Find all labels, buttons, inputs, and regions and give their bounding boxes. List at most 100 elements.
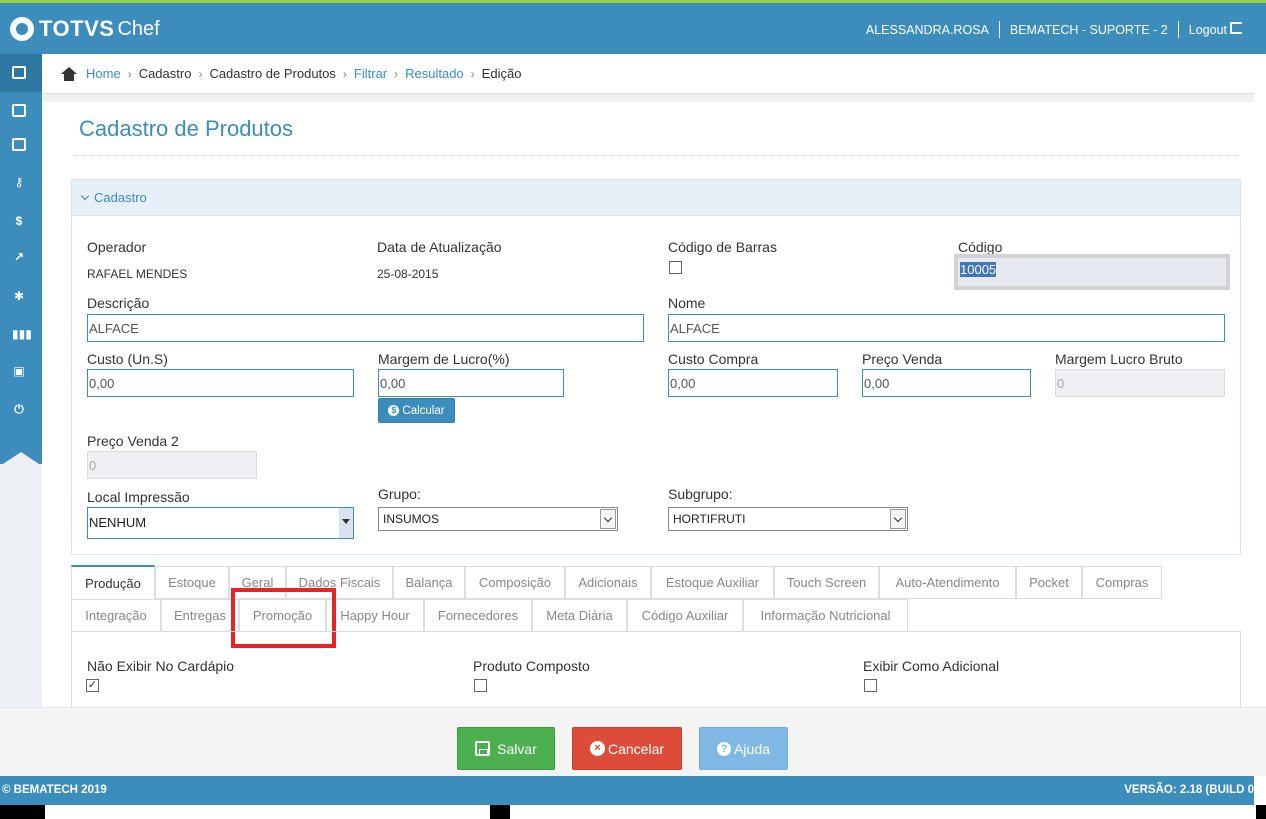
barcode-icon[interactable]: ▮▮▮: [12, 328, 32, 341]
footer: © BEMATECH 2019 VERSÃO: 2.18 (BUILD 0: [0, 776, 1254, 805]
breadcrumb-separator: ›: [198, 66, 203, 81]
help-label: Ajuda: [734, 740, 770, 757]
cancel-button[interactable]: × Cancelar: [572, 727, 682, 770]
produto-composto-label: Produto Composto: [473, 658, 590, 674]
breadcrumb: Home › Cadastro › Cadastro de Produtos ›…: [42, 54, 1254, 94]
divider: [998, 21, 1000, 38]
tab-codigo-auxiliar[interactable]: Código Auxiliar: [627, 599, 743, 632]
dollar-icon: $: [388, 405, 400, 416]
id-card-icon[interactable]: [12, 66, 26, 79]
sidebar: ⚷ $ ↗ ✱ ▮▮▮ ▣ ⏻: [0, 54, 42, 707]
grupo-value: INSUMOS: [383, 512, 440, 526]
tab-pocket[interactable]: Pocket: [1016, 566, 1082, 599]
local-impressao-select[interactable]: NENHUM: [87, 507, 354, 539]
logout-link[interactable]: Logout: [1189, 22, 1242, 37]
dollar-icon[interactable]: $: [12, 215, 26, 228]
custo-compra-label: Custo Compra: [668, 351, 759, 367]
tab-estoque-auxiliar[interactable]: Estoque Auxiliar: [651, 566, 774, 599]
nao-exibir-checkbox[interactable]: ✓: [86, 679, 99, 692]
home-icon[interactable]: [60, 66, 78, 81]
grupo-select[interactable]: INSUMOS: [378, 507, 618, 531]
breadcrumb-separator: ›: [127, 66, 132, 81]
nome-input[interactable]: ALFACE: [668, 314, 1225, 342]
subgrupo-label: Subgrupo:: [668, 486, 733, 502]
tab-adicionais[interactable]: Adicionais: [565, 566, 651, 599]
margem-label: Margem de Lucro(%): [378, 351, 510, 367]
custo-compra-input[interactable]: 0,00: [668, 369, 838, 397]
breadcrumb-edicao: Edição: [481, 66, 522, 81]
chevron-down-icon: [890, 509, 906, 529]
save-button[interactable]: Salvar: [457, 727, 555, 770]
sidebar-collapse-arrow[interactable]: [0, 452, 42, 466]
preco-venda-input[interactable]: 0,00: [862, 369, 1031, 397]
breadcrumb-filtrar[interactable]: Filtrar: [354, 66, 387, 81]
calcular-button[interactable]: $ Calcular: [378, 398, 455, 423]
tab-informacao-nutricional[interactable]: Informação Nutricional: [743, 599, 908, 632]
power-icon[interactable]: ⏻: [12, 403, 26, 416]
chevron-down-icon: [600, 509, 616, 529]
descricao-input[interactable]: ALFACE: [87, 314, 644, 342]
gear-icon[interactable]: ✱: [12, 290, 26, 303]
chart-icon[interactable]: ↗: [12, 251, 26, 264]
tab-fornecedores[interactable]: Fornecedores: [424, 599, 532, 632]
cadastro-panel: Cadastro: [71, 179, 1241, 555]
operador-label: Operador: [87, 239, 147, 255]
subgrupo-select[interactable]: HORTIFRUTI: [668, 507, 908, 531]
company-name[interactable]: BEMATECH - SUPORTE - 2: [1010, 23, 1168, 37]
tab-integracao[interactable]: Integração: [71, 599, 161, 632]
data-atualizacao-value: 25-08-2015: [377, 267, 439, 281]
exibir-adicional-label: Exibir Como Adicional: [863, 658, 1000, 674]
codigo-value: 10005: [960, 262, 997, 277]
custo-label: Custo (Un.S): [87, 351, 168, 367]
tab-happy-hour[interactable]: Happy Hour: [326, 599, 424, 632]
custo-input[interactable]: 0,00: [87, 369, 354, 397]
tab-composicao[interactable]: Composição: [465, 566, 565, 599]
key-icon[interactable]: ⚷: [12, 176, 26, 189]
floppy-disk-icon: [475, 741, 491, 756]
codigo-barras-checkbox[interactable]: [669, 261, 682, 274]
taskbar-segment: [45, 805, 490, 819]
tab-producao[interactable]: Produção: [71, 565, 155, 599]
print-icon[interactable]: ▣: [12, 365, 26, 378]
tab-balanca[interactable]: Balança: [393, 566, 465, 599]
id-card-icon[interactable]: [12, 138, 26, 151]
grupo-label: Grupo:: [378, 486, 421, 502]
divider: [1177, 21, 1179, 38]
operador-value: RAFAEL MENDES: [87, 267, 188, 281]
user-bar: ALESSANDRA.ROSA BEMATECH - SUPORTE - 2 L…: [866, 21, 1242, 38]
user-name[interactable]: ALESSANDRA.ROSA: [866, 23, 989, 37]
tab-entregas[interactable]: Entregas: [161, 599, 239, 632]
margem-bruto-label: Margem Lucro Bruto: [1055, 351, 1183, 367]
top-header: TOTVS Chef ALESSANDRA.ROSA BEMATECH - SU…: [0, 0, 1266, 54]
totvs-chef-logo[interactable]: TOTVS Chef: [10, 16, 160, 42]
descricao-label: Descrição: [87, 295, 150, 311]
local-impressao-value: NENHUM: [89, 515, 147, 530]
id-card-icon[interactable]: [12, 104, 26, 117]
breadcrumb-cadastro: Cadastro: [138, 66, 192, 81]
tab-auto-atendimento[interactable]: Auto-Atendimento: [879, 566, 1016, 599]
margem-bruto-input: 0: [1055, 369, 1225, 397]
breadcrumb-resultado[interactable]: Resultado: [405, 66, 464, 81]
codigo-input[interactable]: 10005: [954, 254, 1230, 290]
save-label: Salvar: [497, 740, 537, 757]
question-circle-icon: ?: [717, 741, 732, 756]
codigo-barras-label: Código de Barras: [668, 239, 777, 255]
produto-composto-checkbox[interactable]: [474, 679, 487, 692]
breadcrumb-cadastro-produtos: Cadastro de Produtos: [209, 66, 336, 81]
subgrupo-value: HORTIFRUTI: [673, 512, 746, 526]
tab-meta-diaria[interactable]: Meta Diária: [532, 599, 627, 632]
tab-touch-screen[interactable]: Touch Screen: [774, 566, 879, 599]
margem-input[interactable]: 0,00: [378, 369, 564, 397]
exibir-adicional-checkbox[interactable]: [864, 679, 877, 692]
tab-compras[interactable]: Compras: [1082, 566, 1162, 599]
tab-estoque[interactable]: Estoque: [155, 566, 229, 599]
page-title: Cadastro de Produtos: [79, 116, 294, 141]
panel-header[interactable]: Cadastro: [72, 180, 1240, 216]
preco-venda-label: Preço Venda: [862, 351, 943, 367]
local-impressao-label: Local Impressão: [87, 489, 190, 505]
breadcrumb-home[interactable]: Home: [86, 66, 121, 81]
preco-venda2-label: Preço Venda 2: [87, 433, 179, 449]
panel-title: Cadastro: [94, 190, 147, 205]
help-button[interactable]: ? Ajuda: [699, 727, 788, 770]
breadcrumb-separator: ›: [342, 66, 347, 81]
